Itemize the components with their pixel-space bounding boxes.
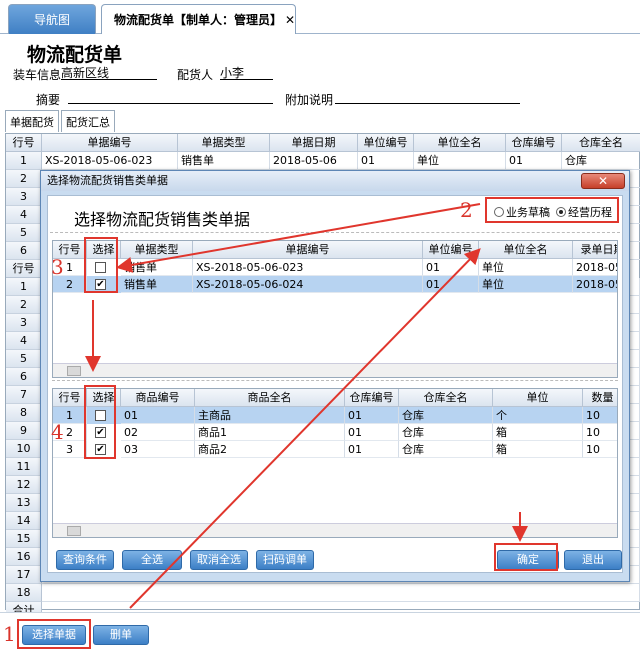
- arrow-2: [116, 203, 481, 273]
- arrow-1: [129, 248, 481, 609]
- annotation-2: 2: [460, 198, 473, 222]
- annotation-1: 1: [3, 622, 16, 646]
- annotation-4: 4: [51, 420, 64, 444]
- annotation-3: 3: [51, 255, 64, 279]
- annotation-box-select-doc: [17, 619, 91, 649]
- annotation-box-ok: [494, 543, 558, 571]
- annotation-box-doc-select: [84, 237, 118, 293]
- annotation-box-radio: [485, 197, 619, 223]
- annotation-box-item-select: [84, 385, 116, 459]
